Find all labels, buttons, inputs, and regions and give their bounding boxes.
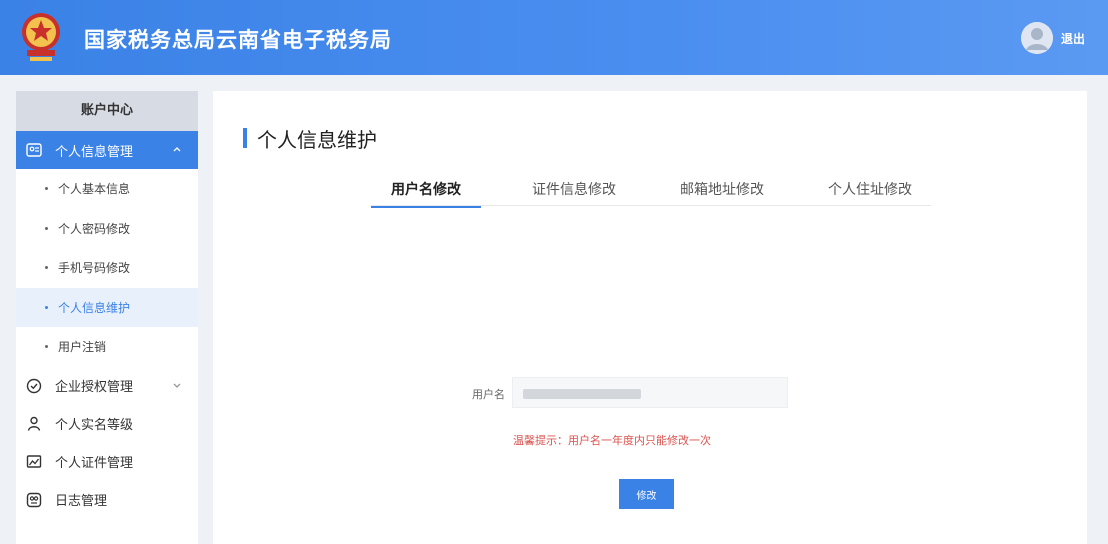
sidebar-item-basic-info[interactable]: 个人基本信息 <box>16 169 198 209</box>
page-title: 个人信息维护 <box>257 128 377 152</box>
bullet-icon <box>45 266 48 270</box>
menu-label: 个人信息管理 <box>55 144 134 160</box>
person-icon <box>27 416 41 431</box>
modify-button[interactable]: 修改 <box>619 479 674 509</box>
menu-label: 企业授权管理 <box>55 380 134 395</box>
sidebar-item-phone[interactable]: 手机号码修改 <box>16 248 198 288</box>
id-card-icon <box>26 143 42 157</box>
certificate-icon <box>26 454 42 468</box>
bullet-icon <box>45 305 48 309</box>
masked-username-value <box>523 389 641 399</box>
menu-realname-level[interactable]: 个人实名等级 <box>16 405 198 443</box>
sidebar-item-label: 个人密码修改 <box>58 221 131 236</box>
hint-text: 温馨提示：用户名一年度内只能修改一次 <box>513 434 711 447</box>
sidebar-title: 账户中心 <box>16 91 198 131</box>
logout-link[interactable]: 退出 <box>1061 30 1085 47</box>
tab-address[interactable]: 个人住址修改 <box>815 178 925 205</box>
chevron-down-icon <box>173 383 181 388</box>
menu-certificate[interactable]: 个人证件管理 <box>16 443 198 481</box>
sidebar-item-deregister[interactable]: 用户注销 <box>16 327 198 367</box>
menu-enterprise-auth[interactable]: 企业授权管理 <box>16 367 198 405</box>
sidebar: 账户中心 个人信息管理 个人基本信息 个人密码修改 手机号码修改 个人信息维护 … <box>16 91 198 544</box>
menu-log[interactable]: 日志管理 <box>16 481 198 519</box>
chevron-up-icon <box>173 147 181 152</box>
log-icon <box>26 492 42 507</box>
tab-bar: 用户名修改 证件信息修改 邮箱地址修改 个人住址修改 <box>371 178 931 208</box>
tab-email[interactable]: 邮箱地址修改 <box>667 178 777 205</box>
menu-label: 个人证件管理 <box>55 456 134 471</box>
site-title: 国家税务总局云南省电子税务局 <box>84 28 392 52</box>
top-header: 国家税务总局云南省电子税务局 退出 <box>0 0 1108 75</box>
menu-label: 个人实名等级 <box>55 418 134 433</box>
sidebar-item-label: 个人信息维护 <box>58 300 131 315</box>
bullet-icon <box>45 345 48 349</box>
sidebar-item-label: 手机号码修改 <box>58 261 131 276</box>
bullet-icon <box>45 187 48 191</box>
check-circle-icon <box>26 378 42 393</box>
title-accent-bar <box>243 128 247 148</box>
user-avatar[interactable] <box>1021 22 1053 54</box>
tab-username[interactable]: 用户名修改 <box>371 178 481 208</box>
user-avatar-icon <box>1021 22 1053 54</box>
sidebar-item-info-maintenance[interactable]: 个人信息维护 <box>16 287 198 327</box>
menu-personal-info[interactable]: 个人信息管理 <box>16 131 198 169</box>
bullet-icon <box>45 226 48 230</box>
sidebar-item-password[interactable]: 个人密码修改 <box>16 209 198 249</box>
username-label: 用户名 <box>472 388 505 401</box>
menu-label: 日志管理 <box>55 494 108 509</box>
sidebar-item-label: 用户注销 <box>58 340 107 355</box>
tab-certificate-info[interactable]: 证件信息修改 <box>519 178 629 205</box>
tax-emblem-icon <box>22 13 60 61</box>
main-panel <box>213 91 1087 544</box>
sidebar-item-label: 个人基本信息 <box>58 182 131 197</box>
